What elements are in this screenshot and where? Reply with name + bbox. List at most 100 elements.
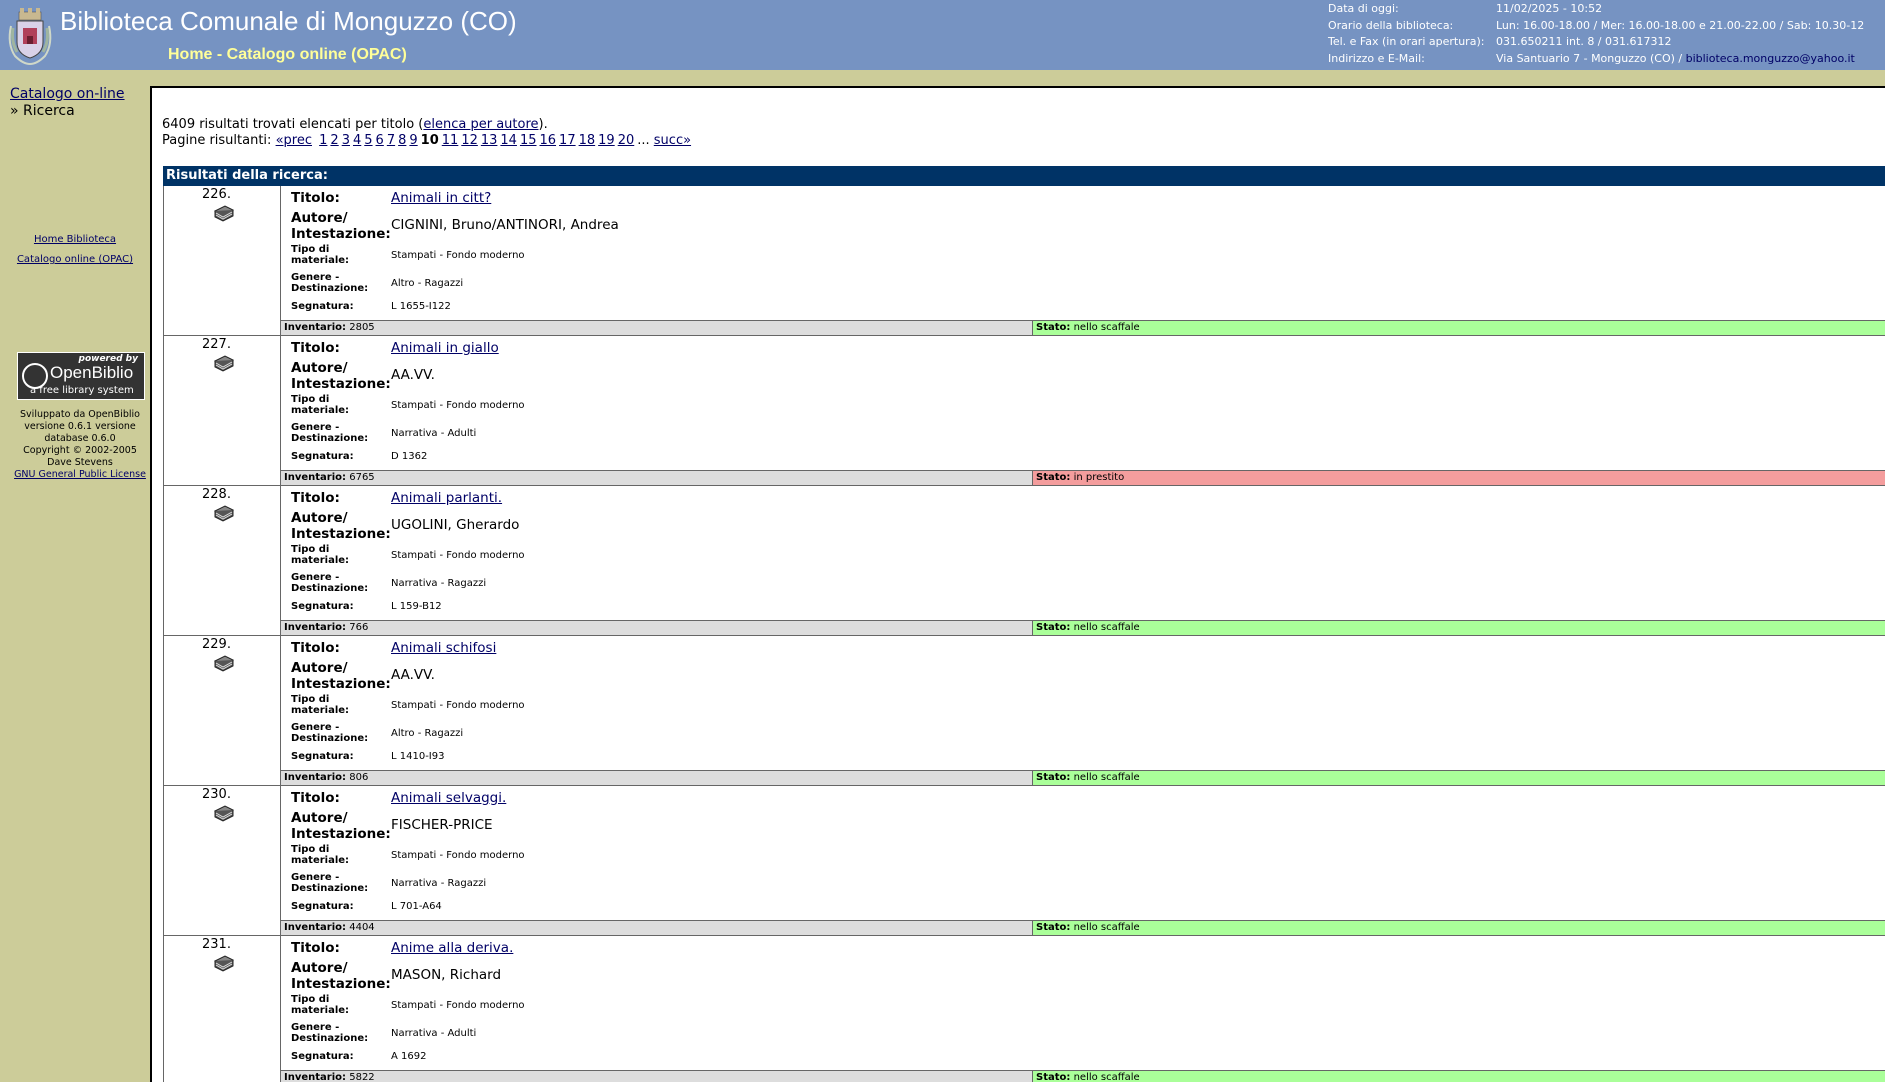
page-link[interactable]: 9 <box>409 133 417 148</box>
inventory-bar: Inventario: 6765 <box>281 470 1033 485</box>
title-link[interactable]: Animali parlanti. <box>391 490 502 506</box>
label-segnatura: Segnatura: <box>291 601 354 612</box>
inventory-value: 4404 <box>349 922 375 933</box>
page-link[interactable]: 5 <box>364 133 372 148</box>
page-link[interactable]: 19 <box>598 133 615 148</box>
inventory-value: 766 <box>349 622 369 633</box>
municipal-crest-icon <box>8 8 52 66</box>
title-link[interactable]: Animali in citt? <box>391 190 491 206</box>
page-link[interactable]: 3 <box>342 133 350 148</box>
header-nav-link[interactable]: Home - Catalogo online (OPAC) <box>168 46 407 64</box>
page-link[interactable]: 20 <box>618 133 635 148</box>
book-icon <box>213 954 235 974</box>
license-link[interactable]: GNU General Public License <box>14 469 146 480</box>
status-value: nello scaffale <box>1073 622 1140 633</box>
page-link[interactable]: 8 <box>398 133 406 148</box>
result-row: 228. Titolo: Animali parlanti. Autore/ Inte… <box>163 486 1885 636</box>
status-value: nello scaffale <box>1073 922 1140 933</box>
inventory-value: 2805 <box>349 322 375 333</box>
address: Via Santuario 7 - Monguzzo (CO) / <box>1496 51 1686 65</box>
label-segnatura: Segnatura: <box>291 1051 354 1062</box>
page-link[interactable]: 1 <box>319 133 327 148</box>
label-autore: Autore/ Intestazione: <box>291 210 391 242</box>
result-number-cell: 231. <box>164 936 281 1082</box>
material-type-value: Stampati - Fondo moderno <box>391 700 525 711</box>
info-value: Via Santuario 7 - Monguzzo (CO) / biblio… <box>1496 51 1864 68</box>
prev-page-link[interactable]: «prec <box>276 133 312 148</box>
status-bar: Stato: nello scaffale <box>1033 1070 1885 1082</box>
label-segnatura: Segnatura: <box>291 751 354 762</box>
title-value: Animali parlanti. <box>391 490 502 506</box>
inventory-bar: Inventario: 2805 <box>281 320 1033 335</box>
label-genere: Genere - Destinazione: <box>291 1022 369 1044</box>
label-tipo: Tipo di materiale: <box>291 844 350 866</box>
genre-value: Narrativa - Adulti <box>391 1028 477 1039</box>
label-segnatura: Segnatura: <box>291 301 354 312</box>
page-link[interactable]: 7 <box>387 133 395 148</box>
result-number: 228. <box>202 487 231 502</box>
credits-line: Sviluppato da OpenBiblio <box>20 409 140 420</box>
header: Biblioteca Comunale di Monguzzo (CO) Hom… <box>0 0 1885 70</box>
label-segnatura: Segnatura: <box>291 901 354 912</box>
page-link[interactable]: 6 <box>376 133 384 148</box>
title-link[interactable]: Anime alla deriva. <box>391 940 513 956</box>
material-type-value: Stampati - Fondo moderno <box>391 850 525 861</box>
page-link[interactable]: 18 <box>579 133 596 148</box>
author-value: AA.VV. <box>391 667 435 683</box>
inventory-bar: Inventario: 5822 <box>281 1070 1033 1082</box>
label-genere: Genere - Destinazione: <box>291 272 369 294</box>
label-genere: Genere - Destinazione: <box>291 572 369 594</box>
openbiblio-badge[interactable]: powered by OpenBiblio a free library sys… <box>17 352 145 400</box>
label-autore: Autore/ Intestazione: <box>291 960 391 992</box>
material-type-value: Stampati - Fondo moderno <box>391 250 525 261</box>
genre-value: Altro - Ragazzi <box>391 278 464 289</box>
label-stato: Stato: <box>1036 472 1071 483</box>
label-inventario: Inventario: <box>284 1072 347 1082</box>
info-label: Orario della biblioteca: <box>1328 18 1454 32</box>
book-icon <box>213 654 235 674</box>
inventory-value: 6765 <box>349 472 375 483</box>
badge-tagline: a free library system <box>30 385 134 396</box>
title-link[interactable]: Animali selvaggi. <box>391 790 506 806</box>
label-genere: Genere - Destinazione: <box>291 872 369 894</box>
page-link[interactable]: 4 <box>353 133 361 148</box>
page-link[interactable]: 13 <box>481 133 498 148</box>
call-number-value: L 701-A64 <box>391 901 442 912</box>
title-link[interactable]: Animali schifosi <box>391 640 496 656</box>
label-genere: Genere - Destinazione: <box>291 422 369 444</box>
page-link[interactable]: 2 <box>330 133 338 148</box>
opac-link[interactable]: Catalogo online (OPAC) <box>0 254 150 265</box>
result-number: 229. <box>202 637 231 652</box>
credits-line: database 0.6.0 <box>44 433 116 444</box>
info-value: 11/02/2025 - 10:52 <box>1496 2 1603 15</box>
page-link[interactable]: 16 <box>540 133 557 148</box>
material-type-value: Stampati - Fondo moderno <box>391 550 525 561</box>
status-value: nello scaffale <box>1073 772 1140 783</box>
label-tipo: Tipo di materiale: <box>291 694 350 716</box>
result-number: 227. <box>202 337 231 352</box>
result-row: 230. Titolo: Animali selvaggi. Autore/ Inte… <box>163 786 1885 936</box>
title-link[interactable]: Animali in giallo <box>391 340 499 356</box>
result-number: 231. <box>202 937 231 952</box>
email-link[interactable]: biblioteca.monguzzo@yahoo.it <box>1686 52 1855 65</box>
title-value: Anime alla deriva. <box>391 940 513 956</box>
info-label: Tel. e Fax (in orari apertura): <box>1328 35 1485 48</box>
page-link[interactable]: 12 <box>461 133 478 148</box>
label-autore: Autore/ Intestazione: <box>291 360 391 392</box>
page-link[interactable]: 17 <box>559 133 576 148</box>
info-value: 031.650211 int. 8 / 031.617312 <box>1496 35 1672 48</box>
label-autore: Autore/ Intestazione: <box>291 660 391 692</box>
call-number-value: L 159-B12 <box>391 601 442 612</box>
page-link[interactable]: 14 <box>500 133 517 148</box>
call-number-value: A 1692 <box>391 1051 427 1062</box>
catalog-online-link[interactable]: Catalogo on-line <box>10 86 125 102</box>
page-link[interactable]: 15 <box>520 133 537 148</box>
label-tipo: Tipo di materiale: <box>291 544 350 566</box>
next-page-link[interactable]: succ» <box>654 133 691 148</box>
current-section: » Ricerca <box>10 103 75 119</box>
result-number-cell: 229. <box>164 636 281 785</box>
page-link[interactable]: 11 <box>442 133 459 148</box>
home-library-link[interactable]: Home Biblioteca <box>0 234 150 245</box>
pagination: Pagine risultanti: «prec 1 2 3 4 5 6 7 8 9 10 11 12… <box>162 133 694 148</box>
sort-by-author-link[interactable]: elenca per autore <box>423 117 538 132</box>
